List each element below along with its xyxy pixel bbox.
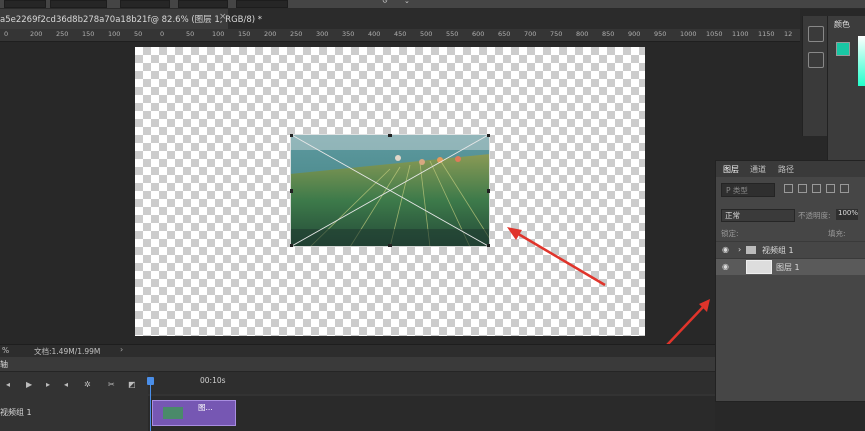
track-label: 视频组 1 xyxy=(0,408,32,417)
timeline-controls: ◂ ▶ ▸ ◂ ✲ ✂ ◩ xyxy=(0,376,148,394)
document-size: 文档:1.49M/1.99M xyxy=(34,347,101,356)
split-icon[interactable]: ✂ xyxy=(108,380,115,389)
timeline-title: 轴 xyxy=(0,360,8,369)
audio-icon[interactable]: ◂ xyxy=(64,380,68,389)
transition-icon[interactable]: ◩ xyxy=(128,380,136,389)
next-frame-icon[interactable]: ▸ xyxy=(46,380,50,389)
video-clip[interactable]: 图... xyxy=(152,400,236,426)
timeline-header: 轴 xyxy=(0,357,715,372)
playhead-line xyxy=(150,377,151,431)
playhead-handle[interactable] xyxy=(147,377,154,385)
timeline-ruler[interactable]: 00:10s xyxy=(148,372,715,394)
clip-thumbnail xyxy=(163,407,183,419)
status-bar: % 文档:1.49M/1.99M › xyxy=(0,344,715,357)
clip-label: 图... xyxy=(198,403,213,412)
time-label: 00:10s xyxy=(200,376,226,385)
status-menu-arrow[interactable]: › xyxy=(120,345,123,354)
timeline-panel: ◂ ▶ ▸ ◂ ✲ ✂ ◩ 00:10s 视频组 1 图... xyxy=(0,372,715,431)
play-icon[interactable]: ▶ xyxy=(26,380,32,389)
zoom-level[interactable]: % xyxy=(2,346,9,355)
track-area: 图... xyxy=(148,396,715,431)
first-frame-icon[interactable]: ◂ xyxy=(6,380,10,389)
settings-icon[interactable]: ✲ xyxy=(84,380,91,389)
